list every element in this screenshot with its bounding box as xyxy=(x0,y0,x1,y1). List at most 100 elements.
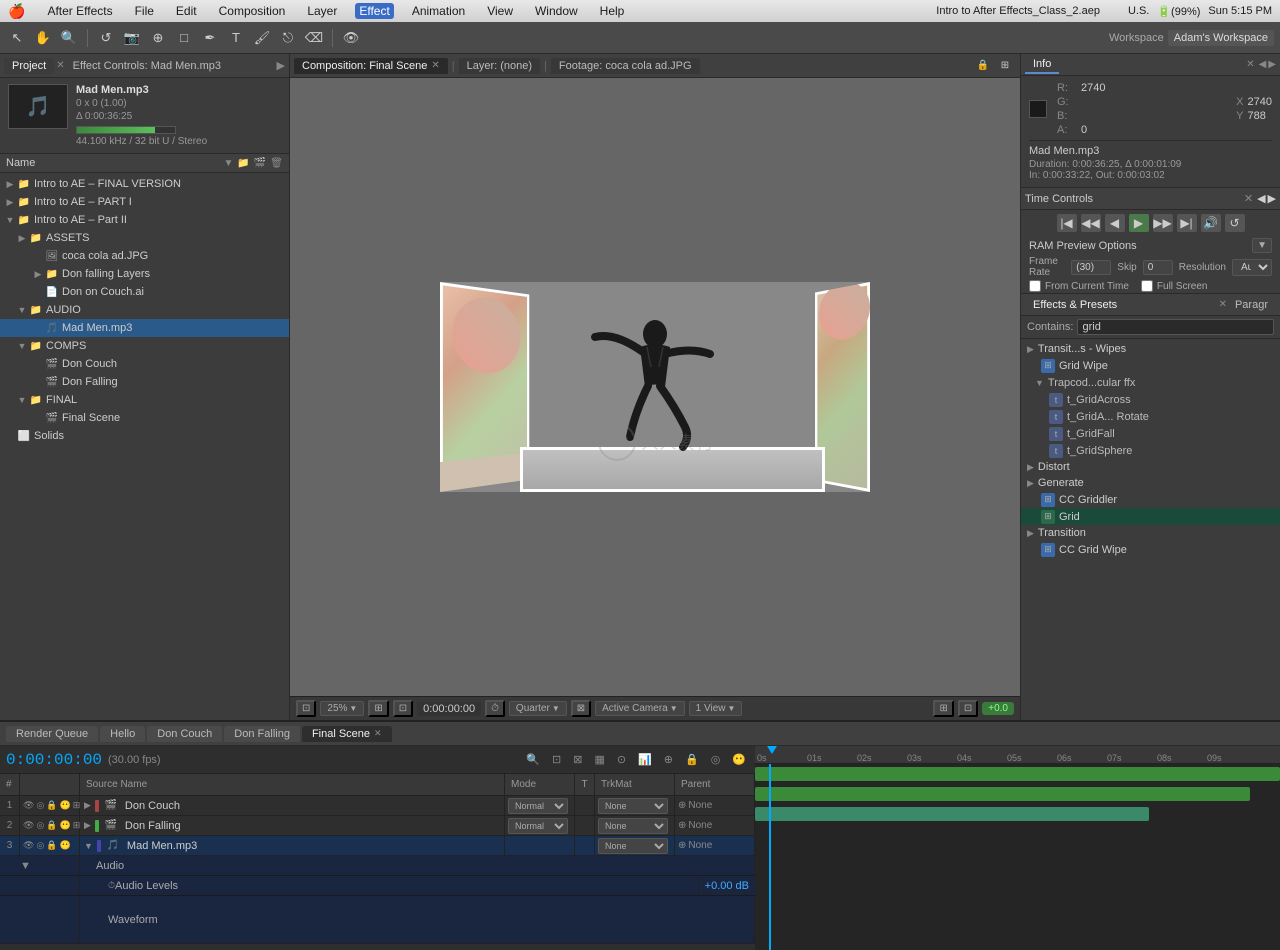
tc-next-btn[interactable]: ▶▶ xyxy=(1153,214,1173,232)
menu-layer[interactable]: Layer xyxy=(303,3,341,19)
item-grid-wipe[interactable]: ⊞ Grid Wipe xyxy=(1021,357,1280,374)
layer-3-expand-arrow[interactable]: ▼ xyxy=(84,841,93,851)
tl-tab-render-queue[interactable]: Render Queue xyxy=(6,726,98,742)
tab-effects-presets[interactable]: Effects & Presets xyxy=(1025,297,1125,313)
resolution-dropdown[interactable]: Quarter ▼ xyxy=(509,701,567,716)
tree-item-cocacola[interactable]: 🖼 coca cola ad.JPG xyxy=(0,247,289,265)
tl-comp-btn[interactable]: ⊕ xyxy=(661,752,676,767)
menu-edit[interactable]: Edit xyxy=(172,3,201,19)
comp-tab-footage[interactable]: Footage: coca cola ad.JPG xyxy=(551,58,700,74)
menu-help[interactable]: Help xyxy=(596,3,629,19)
layer-1-parent-icon[interactable]: ⊕ xyxy=(678,800,686,811)
rectangle-tool[interactable]: □ xyxy=(173,27,195,49)
layer-2-trkmat-dropdown[interactable]: None xyxy=(598,818,668,834)
project-tab-close[interactable]: ✕ xyxy=(56,60,64,71)
from-current-time-checkbox[interactable] xyxy=(1029,280,1041,292)
tc-arrow-right[interactable]: ▶ xyxy=(1268,192,1276,205)
viewer-time-btn[interactable]: ⏱ xyxy=(485,700,505,717)
layer-3-eye-btn[interactable]: 👁 xyxy=(23,840,34,851)
category-generate[interactable]: ▶ Generate xyxy=(1021,475,1280,491)
layer-2-expand-arrow[interactable]: ▶ xyxy=(84,820,91,831)
viewer-home-btn[interactable]: ⊡ xyxy=(296,700,316,717)
layer-1-expand-arrow[interactable]: ▶ xyxy=(84,800,91,811)
clone-tool[interactable]: ⎋ xyxy=(277,27,299,49)
menu-effect[interactable]: Effect xyxy=(355,3,393,19)
item-grid-across[interactable]: t t_GridAcross xyxy=(1021,391,1280,408)
panel-expand-btn[interactable]: ▶ xyxy=(277,59,285,72)
zoom-dropdown[interactable]: 25% ▼ xyxy=(320,701,364,716)
resolution-select[interactable]: Auto Full Half Quarter xyxy=(1232,259,1272,276)
tree-item-don-falling-layers[interactable]: ▶ 📁 Don falling Layers xyxy=(0,265,289,283)
item-grid-fall[interactable]: t t_GridFall xyxy=(1021,425,1280,442)
tree-item-don-falling-comp[interactable]: 🎬 Don Falling xyxy=(0,373,289,391)
viewer-export-btn[interactable]: ⊞ xyxy=(933,700,953,717)
layer-1-solo-btn[interactable]: ◎ xyxy=(36,800,44,811)
tc-prev-frame-btn[interactable]: ◀◀ xyxy=(1081,214,1101,232)
tree-item-intro-p1[interactable]: ▶ 📁 Intro to AE – PART I xyxy=(0,193,289,211)
tl-lock-btn[interactable]: 🔒 xyxy=(682,752,702,767)
tl-chart-btn[interactable]: 📊 xyxy=(635,752,655,767)
camera-tool[interactable]: 📷 xyxy=(121,27,143,49)
tree-item-final-scene[interactable]: 🎬 Final Scene xyxy=(0,409,289,427)
tl-time-display[interactable]: 0:00:00:00 xyxy=(6,751,102,769)
item-grid-selected[interactable]: ⊞ Grid xyxy=(1021,508,1280,525)
tab-effect-controls[interactable]: Effect Controls: Mad Men.mp3 xyxy=(65,58,229,74)
rotate-tool[interactable]: ↺ xyxy=(95,27,117,49)
tree-item-comps[interactable]: ▼ 📁 COMPS xyxy=(0,337,289,355)
menu-file[interactable]: File xyxy=(131,3,158,19)
tc-loop-btn[interactable]: ↺ xyxy=(1225,214,1245,232)
effects-close-btn[interactable]: ✕ xyxy=(1219,299,1227,310)
layer-3-solo-btn[interactable]: ◎ xyxy=(36,840,44,851)
layer-1-lock-btn[interactable]: 🔒 xyxy=(46,800,57,811)
category-transition[interactable]: ▶ Transition xyxy=(1021,525,1280,541)
new-comp-icon[interactable]: 🎬 xyxy=(254,158,266,169)
info-arrow-right[interactable]: ▶ xyxy=(1268,59,1276,70)
audio-levels-value[interactable]: +0.00 dB xyxy=(699,880,755,892)
layer-3-parent-icon[interactable]: ⊕ xyxy=(678,840,686,851)
workspace-dropdown[interactable]: Adam's Workspace xyxy=(1168,30,1274,46)
tl-tab-final-scene[interactable]: Final Scene ✕ xyxy=(302,726,392,742)
item-cc-griddler[interactable]: ⊞ CC Griddler xyxy=(1021,491,1280,508)
tc-last-btn[interactable]: ▶| xyxy=(1177,214,1197,232)
tl-draft-btn[interactable]: ⊠ xyxy=(570,752,585,767)
menu-composition[interactable]: Composition xyxy=(215,3,290,19)
puppet-tool[interactable]: 👁 xyxy=(340,27,362,49)
menu-animation[interactable]: Animation xyxy=(408,3,469,19)
tl-search-btn[interactable]: 🔍 xyxy=(523,752,543,767)
layer-2-mode-dropdown[interactable]: Normal xyxy=(508,818,568,834)
layer-1-trkmat-dropdown[interactable]: None xyxy=(598,798,668,814)
delete-icon[interactable]: 🗑 xyxy=(270,158,283,169)
skip-input[interactable] xyxy=(1143,260,1173,275)
layer-2-solo-btn[interactable]: ◎ xyxy=(36,820,44,831)
text-tool[interactable]: T xyxy=(225,27,247,49)
viewer-green-value[interactable]: +0.0 xyxy=(982,702,1014,715)
timeline-playhead[interactable] xyxy=(769,764,771,950)
tl-solo-btn[interactable]: ◎ xyxy=(708,752,724,767)
full-screen-checkbox[interactable] xyxy=(1141,280,1153,292)
new-folder-icon[interactable]: 📁 xyxy=(237,158,249,169)
layer-3-trkmat-dropdown[interactable]: None xyxy=(598,838,668,854)
layer-2-parent-icon[interactable]: ⊕ xyxy=(678,820,686,831)
layer-3-lock-btn[interactable]: 🔒 xyxy=(46,840,57,851)
eraser-tool[interactable]: ⌫ xyxy=(303,27,325,49)
brush-tool[interactable]: 🖌 xyxy=(251,27,273,49)
tc-arrow-left[interactable]: ◀ xyxy=(1257,192,1265,205)
info-arrow-left[interactable]: ◀ xyxy=(1259,59,1267,70)
tl-motion-blur-btn[interactable]: ⊙ xyxy=(614,752,629,767)
layer-2-lock-btn[interactable]: 🔒 xyxy=(46,820,57,831)
ram-preview-dropdown[interactable]: ▼ xyxy=(1252,238,1272,253)
tree-item-solids[interactable]: ⬜ Solids xyxy=(0,427,289,445)
viewer-region-btn[interactable]: ⊠ xyxy=(571,700,591,717)
select-tool[interactable]: ↖ xyxy=(6,27,28,49)
layer-2-eye-btn[interactable]: 👁 xyxy=(23,820,34,831)
tl-tab-don-couch[interactable]: Don Couch xyxy=(147,726,222,742)
tl-tab-hello[interactable]: Hello xyxy=(100,726,145,742)
tc-close-btn[interactable]: ✕ xyxy=(1244,192,1253,205)
viewer-safe-btn[interactable]: ⊡ xyxy=(393,700,413,717)
camera-dropdown[interactable]: Active Camera ▼ xyxy=(595,701,685,716)
apple-menu[interactable]: 🍎 xyxy=(8,3,25,20)
item-cc-grid-wipe[interactable]: ⊞ CC Grid Wipe xyxy=(1021,541,1280,558)
menu-view[interactable]: View xyxy=(483,3,517,19)
item-grid-rotate[interactable]: t t_GridA... Rotate xyxy=(1021,408,1280,425)
category-distort[interactable]: ▶ Distort xyxy=(1021,459,1280,475)
